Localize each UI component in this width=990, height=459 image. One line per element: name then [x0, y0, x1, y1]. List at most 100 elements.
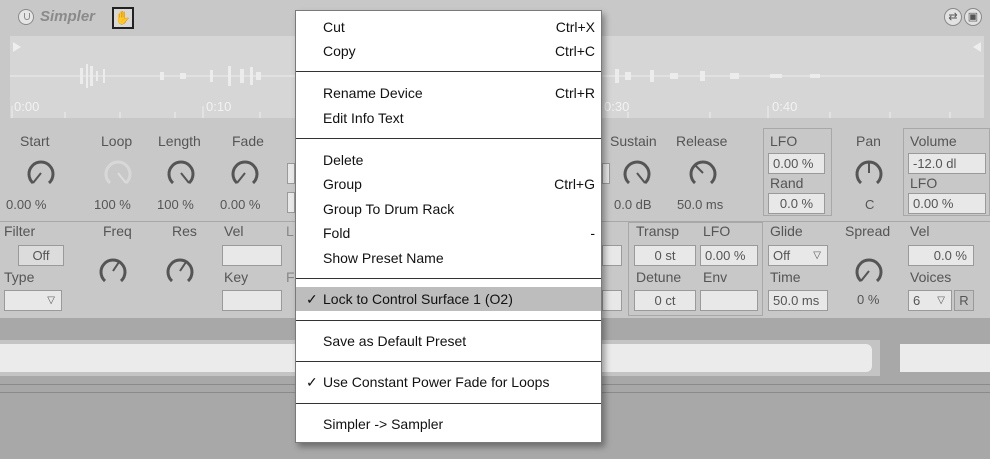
menu-item-label: Cut [323, 19, 345, 35]
checkmark-icon: ✓ [306, 291, 318, 307]
menu-item-group-to-drum-rack[interactable]: Group To Drum Rack [296, 197, 601, 221]
rand-label: Rand [770, 175, 804, 191]
menu-item-label: Simpler -> Sampler [323, 416, 444, 432]
timeline-label: 0:00 [14, 99, 40, 114]
menu-item-save-default-preset[interactable]: Save as Default Preset [296, 329, 601, 353]
menu-item-shortcut: Ctrl+R [554, 85, 595, 101]
length-value: 100 % [157, 197, 194, 212]
vel2-label: Vel [910, 223, 930, 239]
key-label: Key [224, 269, 249, 285]
glide-select[interactable]: Off ▽ [768, 245, 828, 266]
menu-item-label: Lock to Control Surface 1 (O2) [323, 291, 513, 307]
menu-item-constant-power-fade[interactable]: ✓ Use Constant Power Fade for Loops [296, 370, 601, 394]
fade-knob[interactable] [228, 156, 262, 190]
menu-item-edit-info-text[interactable]: Edit Info Text [296, 106, 601, 130]
menu-item-group[interactable]: Group Ctrl+G [296, 172, 601, 196]
transp-field[interactable]: 0 st [634, 245, 696, 266]
volume-label: Volume [910, 133, 957, 149]
save-preset-icon[interactable]: ▣ [964, 8, 982, 26]
menu-item-label: Use Constant Power Fade for Loops [323, 374, 550, 390]
menu-item-label: Show Preset Name [323, 250, 444, 266]
sustain-label: Sustain [610, 133, 657, 149]
lfo2-field[interactable]: 0.00 % [700, 245, 758, 266]
menu-item-label: Rename Device [323, 85, 423, 101]
timeline-label: 0:10 [206, 99, 232, 114]
sustain-knob[interactable] [620, 156, 654, 190]
menu-item-label: Edit Info Text [323, 110, 404, 126]
release-value: 50.0 ms [677, 197, 724, 212]
env-field[interactable] [700, 290, 758, 311]
spread-value: 0 % [857, 292, 880, 307]
lfo2-label: LFO [703, 223, 731, 239]
menu-separator [296, 71, 601, 72]
checkmark-icon: ✓ [306, 374, 318, 390]
hidden-field [287, 192, 295, 213]
filter-type-select[interactable]: ▽ [4, 290, 62, 311]
vel-field[interactable] [222, 245, 282, 266]
menu-item-cut[interactable]: Cut Ctrl+X [296, 15, 601, 39]
menu-item-simpler-to-sampler[interactable]: Simpler -> Sampler [296, 412, 601, 436]
volume-field[interactable]: -12.0 dl [908, 153, 986, 174]
detune-field[interactable]: 0 ct [634, 290, 696, 311]
timeline-label: 0:30 [604, 99, 630, 114]
type-label: Type [4, 269, 35, 285]
voices-value: 6 [913, 293, 921, 308]
fade-label: Fade [232, 133, 264, 149]
hand-icon[interactable]: ✋ [112, 7, 134, 29]
timeline-label: 0:40 [772, 99, 798, 114]
filter-toggle[interactable]: Off [18, 245, 64, 266]
menu-item-lock-to-control-surface[interactable]: ✓ Lock to Control Surface 1 (O2) [296, 287, 601, 311]
hidden-field [602, 163, 610, 184]
sustain-value: 0.0 dB [614, 197, 652, 212]
volume-lfo-label: LFO [910, 175, 938, 191]
menu-separator [296, 138, 601, 139]
voices-select[interactable]: 6 ▽ [908, 290, 952, 311]
chevron-down-icon: ▽ [47, 295, 55, 306]
release-knob[interactable] [686, 156, 720, 190]
menu-separator [296, 278, 601, 279]
menu-item-label: Group To Drum Rack [323, 201, 455, 217]
vel2-field[interactable]: 0.0 % [908, 245, 974, 266]
hot-swap-icon[interactable]: ⇄ [944, 8, 962, 26]
res-knob[interactable] [163, 254, 197, 288]
length-knob[interactable] [164, 156, 198, 190]
menu-item-copy[interactable]: Copy Ctrl+C [296, 39, 601, 63]
power-icon[interactable] [18, 9, 34, 25]
hidden-field [602, 290, 622, 311]
spread-knob[interactable] [852, 254, 886, 288]
glide-time-field[interactable]: 50.0 ms [768, 290, 828, 311]
pan-knob[interactable] [852, 156, 886, 190]
lower-strip-field[interactable] [900, 344, 990, 372]
chevron-down-icon: ▽ [937, 295, 945, 306]
chevron-down-icon: ▽ [813, 250, 821, 261]
menu-item-shortcut: - [590, 225, 595, 241]
menu-item-label: Delete [323, 152, 364, 168]
menu-item-label: Fold [323, 225, 351, 241]
rand-field[interactable]: 0.0 % [768, 193, 825, 214]
release-label: Release [676, 133, 728, 149]
res-label: Res [172, 223, 197, 239]
menu-item-show-preset-name[interactable]: Show Preset Name [296, 246, 601, 270]
loop-knob[interactable] [101, 156, 135, 190]
menu-separator [296, 403, 601, 404]
vel-label: Vel [224, 223, 244, 239]
device-title: Simpler [40, 8, 96, 25]
freq-knob[interactable] [96, 254, 130, 288]
partial-label: L [286, 223, 294, 239]
glide-value: Off [773, 248, 791, 263]
start-value: 0.00 % [6, 197, 47, 212]
menu-item-rename-device[interactable]: Rename Device Ctrl+R [296, 81, 601, 105]
loop-label: Loop [101, 133, 133, 149]
menu-item-fold[interactable]: Fold - [296, 221, 601, 245]
retrigger-button[interactable]: R [954, 290, 974, 311]
menu-item-shortcut: Ctrl+X [555, 19, 595, 35]
start-knob[interactable] [24, 156, 58, 190]
key-field[interactable] [222, 290, 282, 311]
menu-item-label: Copy [323, 43, 356, 59]
context-menu: Cut Ctrl+X Copy Ctrl+C Rename Device Ctrl+R… [295, 10, 602, 443]
start-label: Start [20, 133, 50, 149]
menu-item-delete[interactable]: Delete [296, 148, 601, 172]
volume-lfo-field[interactable]: 0.00 % [908, 193, 986, 214]
menu-item-label: Save as Default Preset [323, 333, 467, 349]
lfo-amount-field[interactable]: 0.00 % [768, 153, 825, 174]
